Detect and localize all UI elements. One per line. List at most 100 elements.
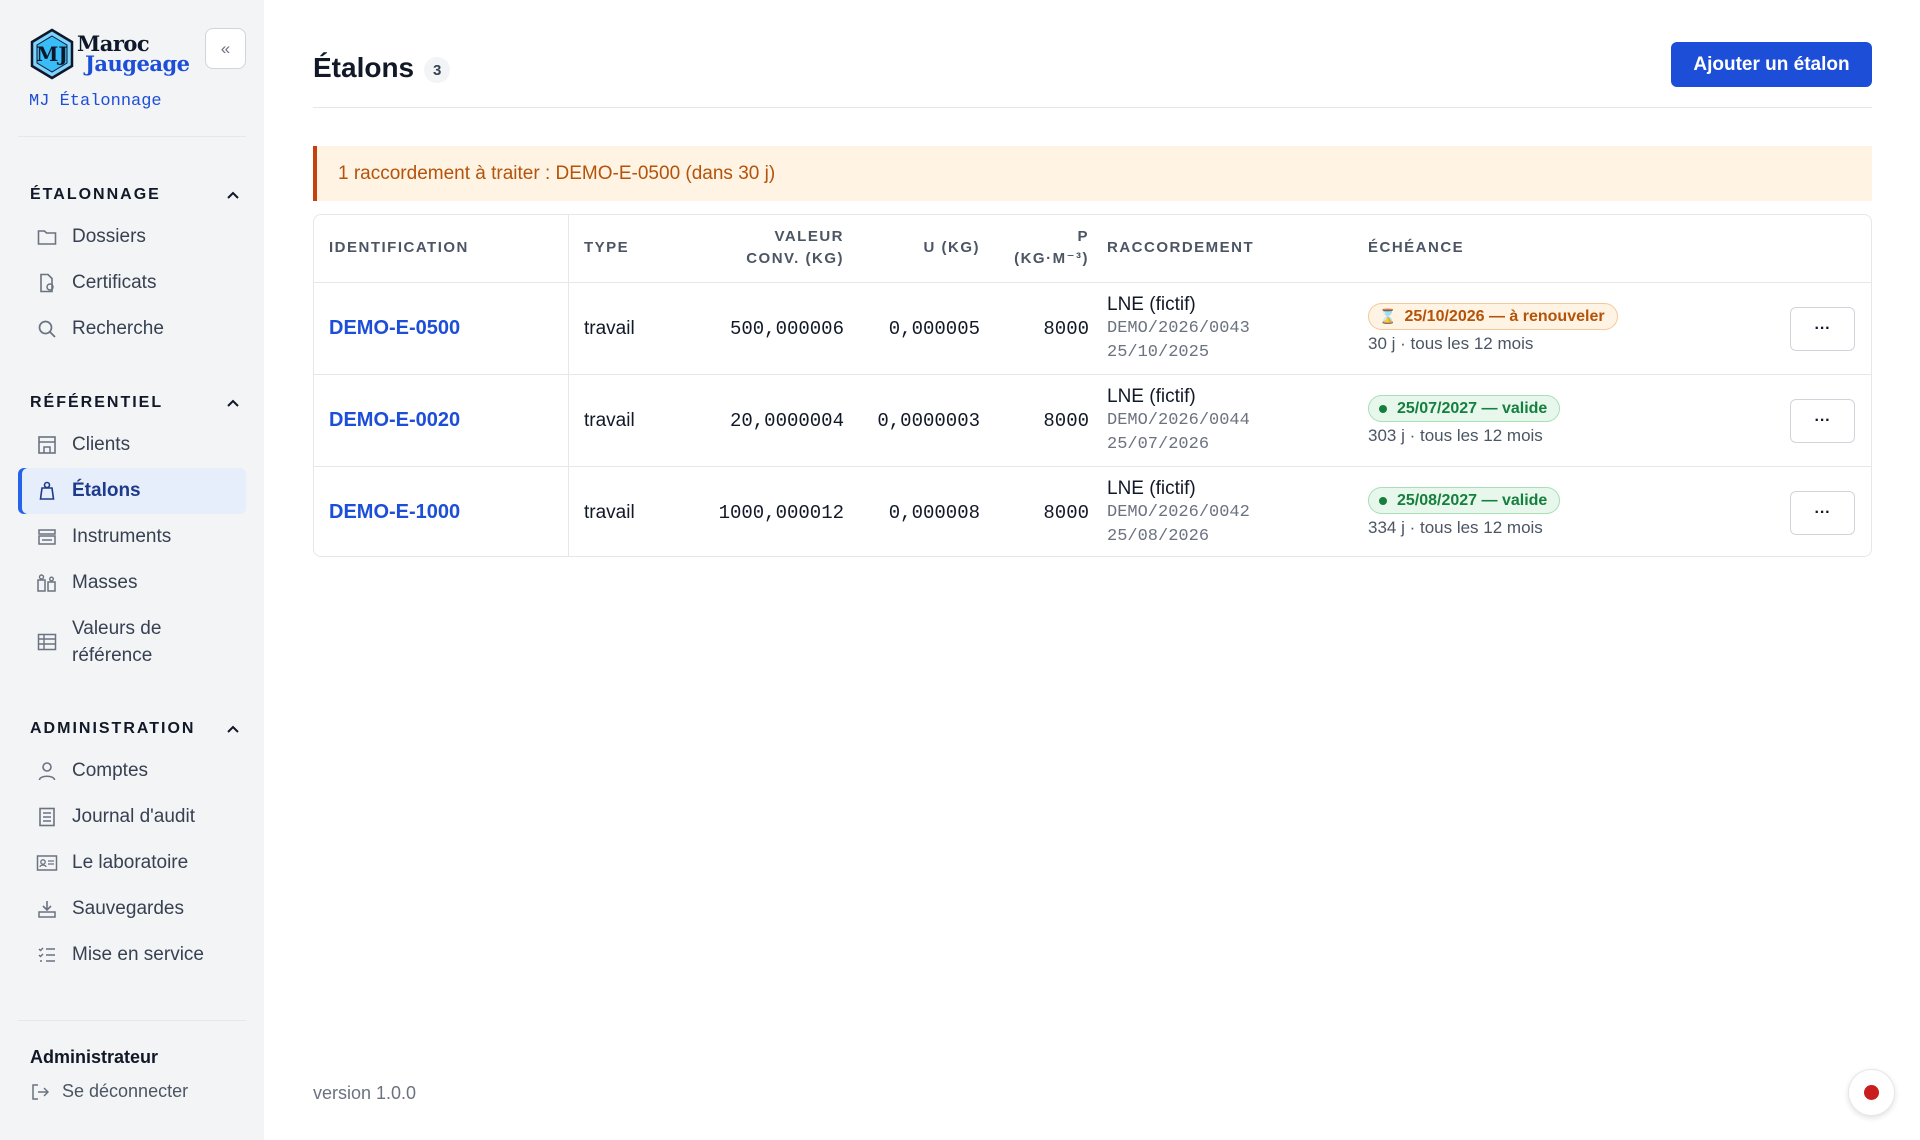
record-dot-icon xyxy=(1864,1085,1879,1100)
status-badge-text: 25/07/2027 — valide xyxy=(1397,399,1548,417)
checklist-icon xyxy=(36,944,58,966)
sidebar: MJ Maroc Jaugeage « MJ Étalonnage ÉTALON… xyxy=(0,0,264,1140)
etalon-id-link[interactable]: DEMO-E-0500 xyxy=(329,317,460,340)
header-rho[interactable]: Ρ (KG·M⁻³) xyxy=(994,226,1089,270)
sidebar-item-laboratoire[interactable]: Le laboratoire xyxy=(18,840,246,886)
sidebar-item-recherche[interactable]: Recherche xyxy=(18,306,246,352)
certificate-icon xyxy=(36,272,58,294)
folder-icon xyxy=(36,226,58,248)
sidebar-item-label: Sauvegardes xyxy=(72,898,184,919)
row-actions-button[interactable]: ··· xyxy=(1790,307,1855,351)
raccordement-org: LNE (fictif) xyxy=(1107,386,1196,407)
header-echeance[interactable]: ÉCHÉANCE xyxy=(1368,237,1464,259)
raccordement-cell: LNE (fictif) DEMO/2026/0044 25/07/2026 xyxy=(1107,385,1250,457)
id-card-icon xyxy=(36,852,58,874)
section-etalonnage-toggle[interactable]: ÉTALONNAGE xyxy=(30,186,240,204)
sidebar-item-instruments[interactable]: Instruments xyxy=(18,514,246,560)
row-actions-button[interactable]: ··· xyxy=(1790,491,1855,535)
header-type[interactable]: TYPE xyxy=(584,237,629,259)
sidebar-item-certificats[interactable]: Certificats xyxy=(18,260,246,306)
sidebar-item-label: Recherche xyxy=(72,318,164,339)
etalons-table: IDENTIFICATION TYPE VALEUR CONV. (KG) U … xyxy=(313,214,1872,557)
more-horizontal-icon: ··· xyxy=(1814,412,1831,429)
download-tray-icon xyxy=(36,898,58,920)
sidebar-item-label: Mise en service xyxy=(72,944,204,965)
raccordement-ref: DEMO/2026/0044 xyxy=(1107,411,1250,430)
table-header: IDENTIFICATION TYPE VALEUR CONV. (KG) U … xyxy=(314,215,1871,283)
brand-logo[interactable]: MJ Maroc Jaugeage xyxy=(29,26,190,82)
header-u[interactable]: U (KG) xyxy=(854,237,980,259)
sidebar-item-masses[interactable]: Masses xyxy=(18,560,246,606)
section-title: RÉFÉRENTIEL xyxy=(30,394,164,411)
double-chevron-left-icon: « xyxy=(220,38,231,58)
section-title: ADMINISTRATION xyxy=(30,720,196,737)
journal-icon xyxy=(36,806,58,828)
raccordement-cell: LNE (fictif) DEMO/2026/0043 25/10/2025 xyxy=(1107,293,1250,365)
echeance-cell: 25/07/2027 — valide 303 j · tous les 12 … xyxy=(1368,395,1561,446)
sidebar-item-valeurs-reference[interactable]: Valeurs de référence xyxy=(18,611,246,673)
logout-icon xyxy=(30,1082,50,1102)
etalon-type: travail xyxy=(584,502,635,523)
status-dot-icon xyxy=(1379,404,1387,413)
sidebar-item-dossiers[interactable]: Dossiers xyxy=(18,214,246,260)
scale-icon xyxy=(36,526,58,548)
echeance-cell: ⌛ 25/10/2026 — à renouveler 30 j · tous … xyxy=(1368,303,1618,354)
sidebar-divider xyxy=(18,136,246,137)
more-horizontal-icon: ··· xyxy=(1814,504,1831,521)
raccordement-ref: DEMO/2026/0042 xyxy=(1107,503,1250,522)
sidebar-item-comptes[interactable]: Comptes xyxy=(18,748,246,794)
row-actions-button[interactable]: ··· xyxy=(1790,399,1855,443)
table-icon xyxy=(36,631,58,653)
header-raccordement[interactable]: RACCORDEMENT xyxy=(1107,237,1254,259)
sidebar-item-label: Étalons xyxy=(72,480,141,501)
raccordement-date: 25/10/2025 xyxy=(1107,343,1210,362)
sidebar-item-label: Clients xyxy=(72,434,131,455)
header-rho-line2: (KG·M⁻³) xyxy=(1014,250,1089,267)
etalon-id-link[interactable]: DEMO-E-1000 xyxy=(329,501,460,524)
search-icon xyxy=(36,318,58,340)
sidebar-item-journal-audit[interactable]: Journal d'audit xyxy=(18,794,246,840)
sidebar-item-sauvegardes[interactable]: Sauvegardes xyxy=(18,886,246,932)
raccordement-cell: LNE (fictif) DEMO/2026/0042 25/08/2026 xyxy=(1107,477,1250,549)
etalon-rho: 8000 xyxy=(1043,410,1089,432)
etalon-valeur: 1000,000012 xyxy=(718,502,844,524)
weight-icon xyxy=(36,480,58,502)
section-administration-toggle[interactable]: ADMINISTRATION xyxy=(30,720,240,738)
hourglass-icon: ⌛ xyxy=(1379,308,1397,324)
alert-text: 1 raccordement à traiter : DEMO-E-0500 (… xyxy=(338,162,776,184)
alert-banner: 1 raccordement à traiter : DEMO-E-0500 (… xyxy=(313,146,1872,201)
masses-icon xyxy=(36,572,58,594)
record-button[interactable] xyxy=(1848,1069,1895,1116)
more-horizontal-icon: ··· xyxy=(1814,320,1831,337)
logout-link[interactable]: Se déconnecter xyxy=(30,1081,188,1102)
current-user-name: Administrateur xyxy=(30,1047,159,1067)
header-identification[interactable]: IDENTIFICATION xyxy=(329,237,469,259)
chevron-up-icon xyxy=(226,188,240,202)
etalon-valeur: 500,000006 xyxy=(729,318,844,340)
header-valeur[interactable]: VALEUR CONV. (KG) xyxy=(694,226,844,270)
sidebar-item-clients[interactable]: Clients xyxy=(18,422,246,468)
app-version: version 1.0.0 xyxy=(313,1083,417,1103)
count-badge: 3 xyxy=(424,57,451,83)
add-etalon-button[interactable]: Ajouter un étalon xyxy=(1671,42,1872,87)
page-title: Étalons 3 xyxy=(313,52,451,84)
sidebar-item-mise-en-service[interactable]: Mise en service xyxy=(18,932,246,978)
section-referentiel-toggle[interactable]: RÉFÉRENTIEL xyxy=(30,394,240,412)
header-valeur-line2: CONV. (KG) xyxy=(746,250,844,267)
sidebar-item-label: Dossiers xyxy=(72,226,146,247)
header-valeur-line1: VALEUR xyxy=(774,228,844,245)
app-subtitle: MJ Étalonnage xyxy=(29,92,162,111)
chevron-up-icon xyxy=(226,722,240,736)
table-row: DEMO-E-1000 travail 1000,000012 0,000008… xyxy=(314,467,1871,556)
status-badge: 25/08/2027 — valide xyxy=(1368,487,1561,514)
due-subtext: 303 j · tous les 12 mois xyxy=(1368,426,1543,445)
etalon-u: 0,000005 xyxy=(888,318,980,340)
raccordement-date: 25/08/2026 xyxy=(1107,527,1210,546)
building-icon xyxy=(36,434,58,456)
collapse-sidebar-button[interactable]: « xyxy=(205,28,246,69)
section-title: ÉTALONNAGE xyxy=(30,186,161,203)
sidebar-item-etalons[interactable]: Étalons xyxy=(18,468,246,514)
sidebar-item-label: Instruments xyxy=(72,526,172,547)
due-subtext: 334 j · tous les 12 mois xyxy=(1368,518,1543,537)
etalon-id-link[interactable]: DEMO-E-0020 xyxy=(329,409,460,432)
